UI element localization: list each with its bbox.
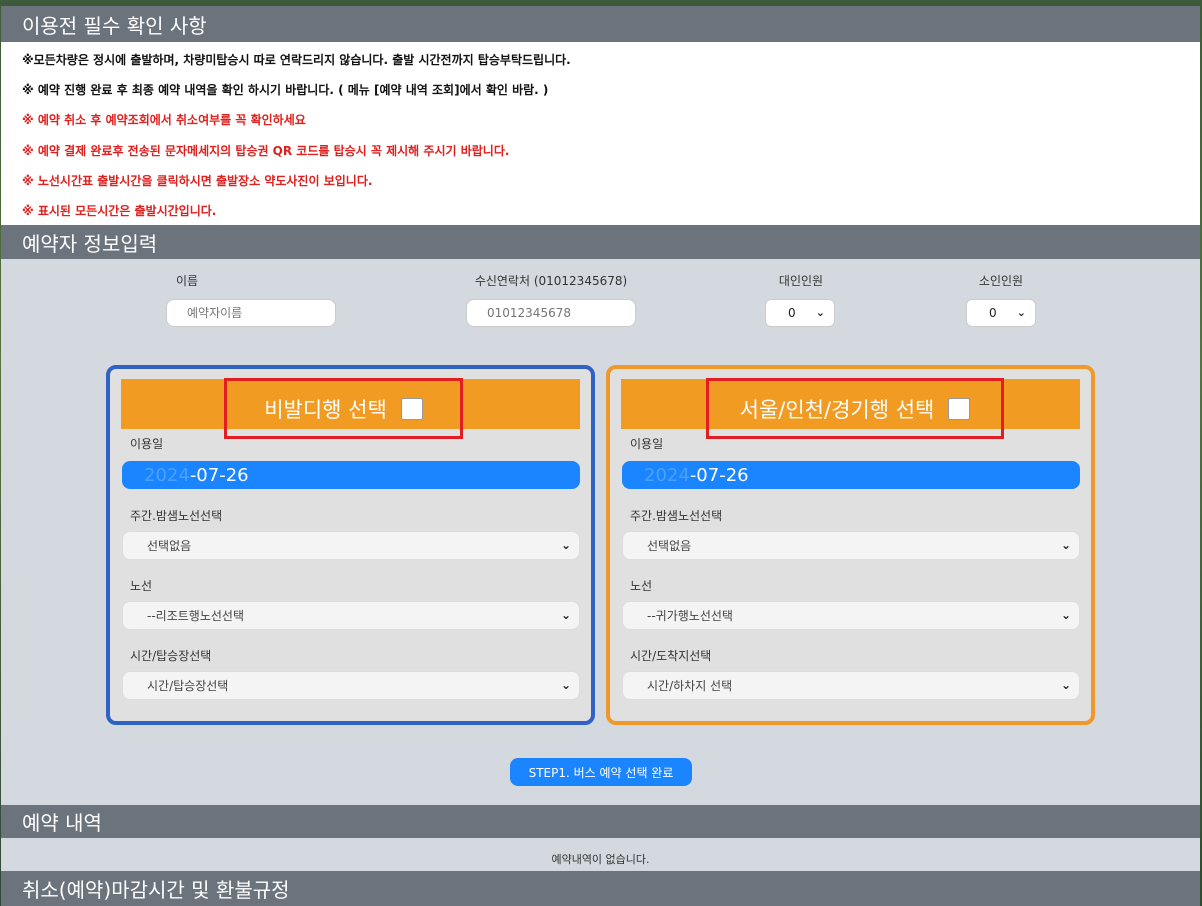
return-route-checkbox[interactable] bbox=[948, 397, 971, 420]
chevron-down-icon: ⌄ bbox=[1060, 678, 1071, 692]
return-route-box: 서울/인천/경기행 선택 이용일 2024 -07-26 주간.밤샘노선선택 선택… bbox=[606, 365, 1095, 725]
resort-date-label: 이용일 bbox=[130, 437, 164, 451]
history-empty-message: 예약내역이 없습니다. bbox=[551, 853, 650, 866]
chevron-down-icon: ⌄ bbox=[1016, 306, 1026, 319]
child-count-value: 0 bbox=[989, 306, 997, 320]
notice-line-3: ※ 예약 취소 후 예약조회에서 취소여부를 꼭 확인하세요 bbox=[22, 113, 306, 127]
notice-line-5: ※ 노선시간표 출발시간을 클릭하시면 출발장소 약도사진이 보입니다. bbox=[22, 174, 373, 188]
notice-line-4: ※ 예약 결제 완료후 전송된 문자메세지의 탑승권 QR 코드를 탑승시 꼭 … bbox=[22, 144, 510, 158]
adult-count-select[interactable]: 0 ⌄ bbox=[765, 299, 835, 327]
resort-route-box: 비발디행 선택 이용일 2024 -07-26 주간.밤샘노선선택 선택없음 ⌄ … bbox=[106, 365, 595, 725]
return-date-label: 이용일 bbox=[630, 437, 664, 451]
chevron-down-icon: ⌄ bbox=[1060, 538, 1071, 552]
return-time-label: 시간/도착지선택 bbox=[630, 649, 712, 663]
return-daynight-select[interactable]: 선택없음 ⌄ bbox=[622, 531, 1080, 560]
chevron-down-icon: ⌄ bbox=[815, 306, 825, 319]
resort-date-rest: -07-26 bbox=[189, 464, 249, 486]
resort-daynight-value: 선택없음 bbox=[147, 539, 192, 553]
reservation-page: 이용전 필수 확인 사항 ※모든차량은 정시에 출발하며, 차량미탑승시 따로 … bbox=[0, 0, 1202, 906]
resort-time-label: 시간/탑승장선택 bbox=[130, 649, 212, 663]
return-time-select[interactable]: 시간/하차지 선택 ⌄ bbox=[622, 671, 1080, 700]
return-route-select[interactable]: --귀가행노선선택 ⌄ bbox=[622, 601, 1080, 630]
refund-section-header[interactable]: 취소(예약)마감시간 및 환불규정 bbox=[1, 871, 1200, 906]
return-route-title: 서울/인천/경기행 선택 bbox=[739, 397, 935, 422]
return-date-year: 2024 bbox=[644, 464, 690, 486]
notice-section-header: 이용전 필수 확인 사항 bbox=[1, 6, 1200, 42]
history-area: 예약내역이 없습니다. bbox=[1, 838, 1200, 871]
adult-count-value: 0 bbox=[788, 306, 796, 320]
phone-label: 수신연락처 (01012345678) bbox=[474, 274, 628, 288]
return-date-rest: -07-26 bbox=[689, 464, 749, 486]
child-count-label: 소인인원 bbox=[978, 274, 1024, 288]
resort-date-input[interactable]: 2024 -07-26 bbox=[122, 461, 580, 489]
notice-box: ※모든차량은 정시에 출발하며, 차량미탑승시 따로 연락드리지 않습니다. 출… bbox=[1, 42, 1200, 225]
child-count-select[interactable]: 0 ⌄ bbox=[966, 299, 1036, 327]
resort-route-value: --리조트행노선선택 bbox=[147, 609, 244, 623]
adult-count-label: 대인인원 bbox=[778, 274, 824, 288]
return-route-label: 노선 bbox=[630, 579, 653, 593]
resort-route-label: 노선 bbox=[130, 579, 153, 593]
chevron-down-icon: ⌄ bbox=[560, 678, 571, 692]
return-route-select-toggle[interactable]: 서울/인천/경기행 선택 bbox=[706, 378, 1004, 439]
notice-line-2: ※ 예약 진행 완료 후 최종 예약 내역을 확인 하시기 바랍니다. ( 메뉴… bbox=[22, 83, 549, 97]
resort-daynight-label: 주간.밤샘노선선택 bbox=[130, 509, 223, 523]
resort-time-select[interactable]: 시간/탑승장선택 ⌄ bbox=[122, 671, 580, 700]
resort-daynight-select[interactable]: 선택없음 ⌄ bbox=[122, 531, 580, 560]
chevron-down-icon: ⌄ bbox=[1060, 608, 1071, 622]
info-section-header: 예약자 정보입력 bbox=[1, 225, 1200, 259]
resort-route-title: 비발디행 선택 bbox=[264, 397, 387, 422]
return-date-input[interactable]: 2024 -07-26 bbox=[622, 461, 1080, 489]
return-route-value: --귀가행노선선택 bbox=[647, 609, 733, 623]
return-daynight-label: 주간.밤샘노선선택 bbox=[630, 509, 723, 523]
notice-line-6: ※ 표시된 모든시간은 출발시간입니다. bbox=[22, 204, 217, 218]
name-label: 이름 bbox=[175, 274, 199, 288]
resort-route-select-toggle[interactable]: 비발디행 선택 bbox=[224, 378, 463, 439]
step1-complete-button[interactable]: STEP1. 버스 예약 선택 완료 bbox=[510, 758, 692, 786]
name-input[interactable] bbox=[166, 299, 336, 327]
resort-route-checkbox[interactable] bbox=[400, 397, 423, 420]
chevron-down-icon: ⌄ bbox=[560, 538, 571, 552]
phone-input[interactable] bbox=[466, 299, 636, 327]
return-daynight-value: 선택없음 bbox=[647, 539, 692, 553]
history-section-header: 예약 내역 bbox=[1, 805, 1200, 838]
resort-date-year: 2024 bbox=[144, 464, 190, 486]
resort-time-value: 시간/탑승장선택 bbox=[147, 679, 229, 693]
chevron-down-icon: ⌄ bbox=[560, 608, 571, 622]
return-time-value: 시간/하차지 선택 bbox=[647, 679, 733, 693]
notice-line-1: ※모든차량은 정시에 출발하며, 차량미탑승시 따로 연락드리지 않습니다. 출… bbox=[22, 53, 571, 67]
resort-route-select[interactable]: --리조트행노선선택 ⌄ bbox=[122, 601, 580, 630]
